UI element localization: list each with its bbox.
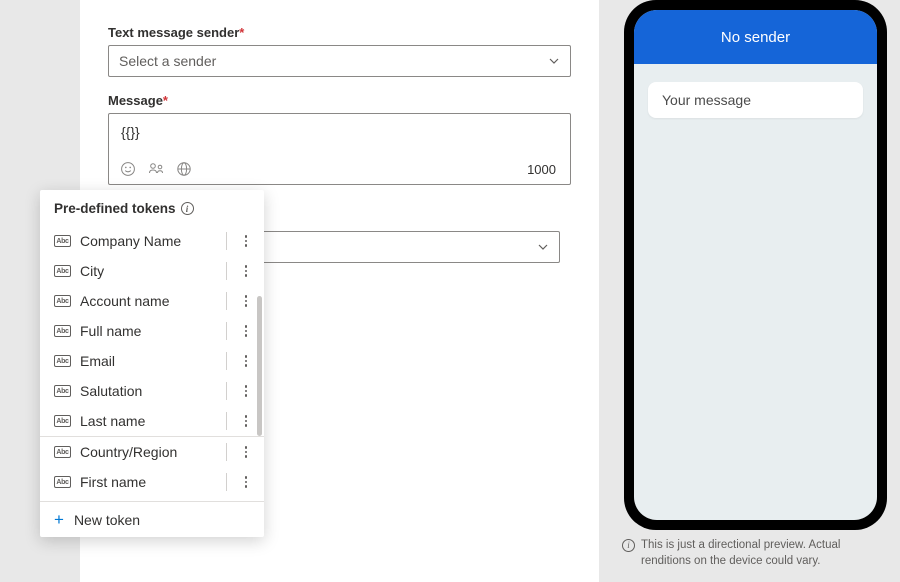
text-type-icon: Abc [54, 446, 71, 458]
tokens-heading: Pre-defined tokens i [40, 190, 264, 222]
chevron-down-icon [537, 241, 549, 253]
tokens-popup: Pre-defined tokens i Abc Company Name Ab… [40, 190, 264, 537]
divider [226, 352, 227, 370]
phone-screen: No sender Your message [634, 10, 877, 520]
required-asterisk: * [239, 25, 244, 40]
message-input[interactable]: {{}} 1000 [108, 113, 571, 185]
divider [226, 322, 227, 340]
sender-select[interactable]: Select a sender [108, 45, 571, 77]
char-count: 1000 [527, 162, 560, 177]
more-icon[interactable] [238, 415, 254, 427]
more-icon[interactable] [238, 355, 254, 367]
more-icon[interactable] [238, 295, 254, 307]
divider [226, 292, 227, 310]
more-icon[interactable] [238, 265, 254, 277]
token-item[interactable]: Abc Company Name [40, 226, 264, 256]
preview-disclaimer: i This is just a directional preview. Ac… [622, 538, 892, 569]
divider [226, 262, 227, 280]
plus-icon: + [54, 511, 64, 528]
info-icon: i [622, 539, 635, 552]
sender-placeholder: Select a sender [119, 53, 216, 69]
token-item[interactable]: Abc Account name [40, 286, 264, 316]
message-text[interactable]: {{}} [109, 114, 570, 154]
text-type-icon: Abc [54, 325, 71, 337]
new-token-button[interactable]: + New token [40, 502, 264, 537]
divider [226, 473, 227, 491]
phone-preview: No sender Your message [624, 0, 887, 530]
token-item[interactable]: Abc Last name [40, 406, 264, 436]
divider [226, 382, 227, 400]
phone-header: No sender [634, 10, 877, 64]
required-asterisk: * [163, 93, 168, 108]
token-item[interactable]: Abc Country/Region [40, 437, 264, 467]
text-type-icon: Abc [54, 476, 71, 488]
token-item[interactable]: Abc City [40, 256, 264, 286]
token-item[interactable]: Abc Full name [40, 316, 264, 346]
more-icon[interactable] [238, 446, 254, 458]
text-type-icon: Abc [54, 385, 71, 397]
emoji-icon[interactable] [119, 160, 137, 178]
phone-body: Your message [634, 64, 877, 136]
more-icon[interactable] [238, 385, 254, 397]
divider [226, 232, 227, 250]
globe-icon[interactable] [175, 160, 193, 178]
secondary-select[interactable] [240, 231, 560, 263]
more-icon[interactable] [238, 476, 254, 488]
personalize-icon[interactable] [147, 160, 165, 178]
text-type-icon: Abc [54, 355, 71, 367]
chevron-down-icon [548, 55, 560, 67]
more-icon[interactable] [238, 325, 254, 337]
more-icon[interactable] [238, 235, 254, 247]
text-type-icon: Abc [54, 265, 71, 277]
message-toolbar: 1000 [109, 154, 570, 184]
info-icon[interactable]: i [181, 202, 194, 215]
divider [226, 412, 227, 430]
text-type-icon: Abc [54, 295, 71, 307]
text-type-icon: Abc [54, 415, 71, 427]
tokens-list: Abc Company Name Abc City Abc Account na… [40, 222, 264, 501]
message-bubble: Your message [648, 82, 863, 118]
divider [226, 443, 227, 461]
token-item[interactable]: Abc Salutation [40, 376, 264, 406]
message-label: Message* [108, 93, 571, 108]
scrollbar[interactable] [257, 296, 262, 436]
text-type-icon: Abc [54, 235, 71, 247]
token-item[interactable]: Abc Email [40, 346, 264, 376]
token-item[interactable]: Abc First name [40, 467, 264, 497]
sender-label: Text message sender* [108, 25, 571, 40]
